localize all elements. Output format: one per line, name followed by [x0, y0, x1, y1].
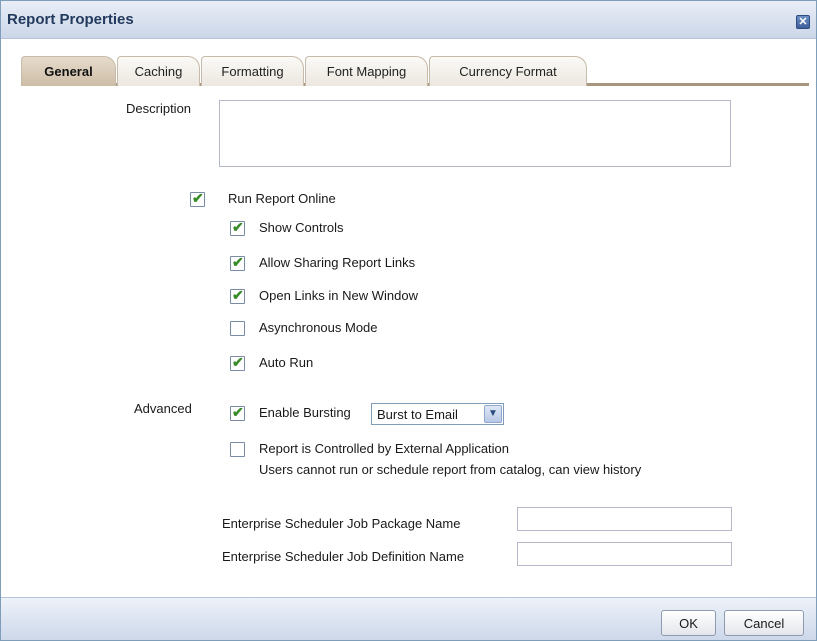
auto-run-checkbox[interactable]: ✔ — [230, 354, 245, 371]
report-properties-dialog: Report Properties ✕ General Caching Form… — [0, 0, 817, 641]
description-textarea[interactable] — [219, 100, 731, 167]
tab-general[interactable]: General — [21, 56, 116, 86]
run-report-online-label: Run Report Online — [228, 191, 336, 206]
bursting-select-value: Burst to Email — [377, 407, 458, 422]
cancel-button[interactable]: Cancel — [724, 610, 804, 636]
external-app-note: Users cannot run or schedule report from… — [259, 462, 642, 477]
tab-currency-format[interactable]: Currency Format — [429, 56, 587, 86]
show-controls-label: Show Controls — [259, 220, 344, 235]
asynchronous-mode-checkbox[interactable] — [230, 321, 245, 336]
auto-run-label: Auto Run — [259, 355, 314, 370]
tab-caching[interactable]: Caching — [117, 56, 200, 86]
allow-sharing-checkbox[interactable]: ✔ — [230, 254, 245, 271]
run-report-online-checkbox[interactable]: ✔ — [190, 190, 205, 207]
checkmark-icon: ✔ — [232, 254, 244, 270]
tab-formatting-label: Formatting — [221, 64, 284, 79]
job-package-input[interactable] — [517, 507, 732, 531]
dialog-titlebar: Report Properties ✕ — [1, 1, 816, 39]
job-definition-input[interactable] — [517, 542, 732, 566]
job-package-label: Enterprise Scheduler Job Package Name — [222, 516, 461, 531]
open-links-new-window-checkbox[interactable]: ✔ — [230, 287, 245, 304]
tab-font-mapping[interactable]: Font Mapping — [305, 56, 428, 86]
tab-formatting[interactable]: Formatting — [201, 56, 304, 86]
external-app-checkbox[interactable] — [230, 442, 245, 457]
advanced-label: Advanced — [134, 401, 192, 416]
tab-general-label: General — [44, 64, 93, 79]
ok-button[interactable]: OK — [661, 610, 716, 636]
cancel-button-label: Cancel — [743, 616, 785, 631]
checkmark-icon: ✔ — [232, 219, 244, 235]
checkmark-icon: ✔ — [232, 287, 244, 303]
show-controls-checkbox[interactable]: ✔ — [230, 219, 245, 236]
close-icon[interactable]: ✕ — [796, 15, 810, 29]
tab-font-mapping-label: Font Mapping — [326, 64, 407, 79]
bursting-select[interactable]: Burst to Email ▼ — [371, 403, 504, 425]
checkmark-icon: ✔ — [192, 190, 204, 206]
asynchronous-mode-label: Asynchronous Mode — [259, 320, 378, 335]
allow-sharing-label: Allow Sharing Report Links — [259, 255, 416, 270]
job-definition-label: Enterprise Scheduler Job Definition Name — [222, 549, 465, 564]
tab-strip: General Caching Formatting Font Mapping … — [21, 56, 809, 86]
ok-button-label: OK — [679, 616, 698, 631]
dialog-title: Report Properties — [7, 11, 134, 28]
tab-caching-label: Caching — [134, 64, 183, 79]
open-links-new-window-label: Open Links in New Window — [259, 288, 418, 303]
checkmark-icon: ✔ — [232, 354, 244, 370]
enable-bursting-checkbox[interactable]: ✔ — [230, 404, 245, 421]
description-label: Description — [126, 101, 192, 116]
enable-bursting-label: Enable Bursting — [259, 405, 351, 420]
tab-currency-format-label: Currency Format — [459, 64, 557, 79]
dialog-footer: OK Cancel — [1, 597, 816, 640]
chevron-down-icon: ▼ — [484, 405, 502, 423]
checkmark-icon: ✔ — [232, 404, 244, 420]
external-app-label: Report is Controlled by External Applica… — [259, 441, 510, 456]
